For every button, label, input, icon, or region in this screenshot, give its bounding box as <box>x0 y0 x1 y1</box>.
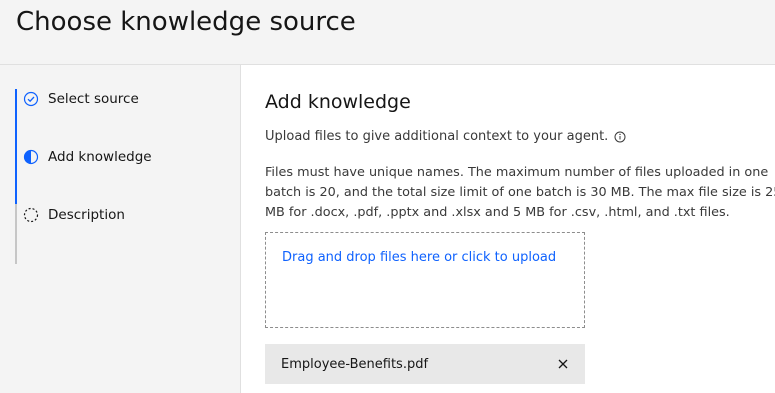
subtitle-text: Upload files to give additional context … <box>265 129 609 144</box>
circle-dash-icon <box>22 206 40 224</box>
step-label: Select source <box>48 91 139 107</box>
section-subtitle: Upload files to give additional context … <box>265 129 626 144</box>
step-label: Add knowledge <box>48 149 152 165</box>
page-title: Choose knowledge source <box>16 7 356 37</box>
upload-requirements: Files must have unique names. The maximu… <box>265 165 775 220</box>
page-header: Choose knowledge source <box>0 0 775 64</box>
dropzone-upload-link[interactable]: Drag and drop files here or click to upl… <box>282 250 556 265</box>
progress-sidebar: Select source Add knowledge Description <box>0 64 240 393</box>
step-add-knowledge[interactable]: Add knowledge <box>22 143 152 171</box>
file-name: Employee-Benefits.pdf <box>281 356 429 372</box>
uploaded-file-item: Employee-Benefits.pdf <box>265 344 585 384</box>
progress-track-complete <box>15 89 17 204</box>
incomplete-icon <box>22 148 40 166</box>
information-icon[interactable] <box>614 131 626 143</box>
close-icon[interactable] <box>553 354 573 374</box>
checkmark-outline-icon <box>22 90 40 108</box>
step-select-source[interactable]: Select source <box>22 85 139 113</box>
main-panel: Add knowledge Upload files to give addit… <box>240 64 775 393</box>
step-label: Description <box>48 207 125 223</box>
file-dropzone[interactable]: Drag and drop files here or click to upl… <box>265 232 585 328</box>
section-heading: Add knowledge <box>265 91 411 113</box>
step-description[interactable]: Description <box>22 201 125 229</box>
